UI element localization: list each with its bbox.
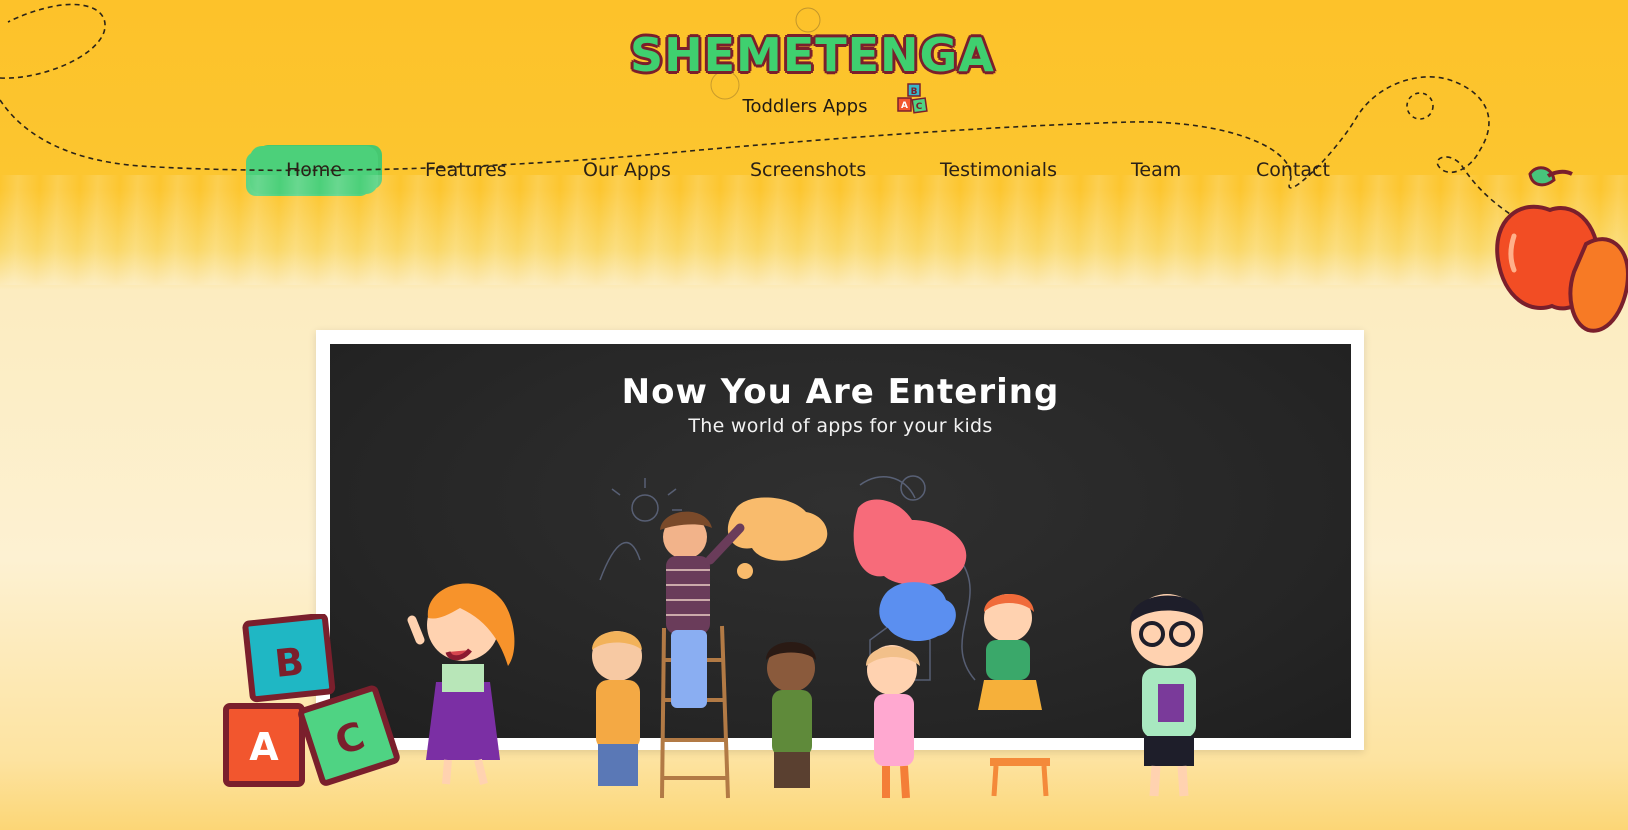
nav-features[interactable]: Features	[425, 146, 507, 194]
block-letter-a: A	[249, 725, 279, 769]
hero-title: Now You Are Entering	[621, 372, 1060, 412]
main-nav: Home Features Our Apps Screenshots Testi…	[249, 146, 1350, 194]
nav-our-apps[interactable]: Our Apps	[583, 146, 671, 194]
brand-logo[interactable]: SHEMETENGA	[630, 28, 994, 88]
abc-blocks-icon: B A C	[223, 614, 400, 787]
mini-block-letter-b: B	[911, 87, 918, 97]
apple-icon	[1495, 166, 1628, 333]
hero-subtitle: The world of apps for your kids	[688, 415, 993, 437]
mini-block-letter-a: A	[901, 101, 908, 111]
mini-abc-blocks-icon: B A C	[897, 83, 928, 114]
block-letter-b: B	[273, 639, 306, 686]
mini-block-letter-c: C	[916, 102, 923, 112]
nav-home[interactable]: Home	[249, 146, 379, 194]
nav-screenshots[interactable]: Screenshots	[750, 146, 866, 194]
nav-contact[interactable]: Contact	[1256, 146, 1330, 194]
nav-testimonials[interactable]: Testimonials	[940, 146, 1057, 194]
nav-team[interactable]: Team	[1131, 146, 1181, 194]
brand-tagline: Toddlers Apps	[742, 96, 868, 117]
